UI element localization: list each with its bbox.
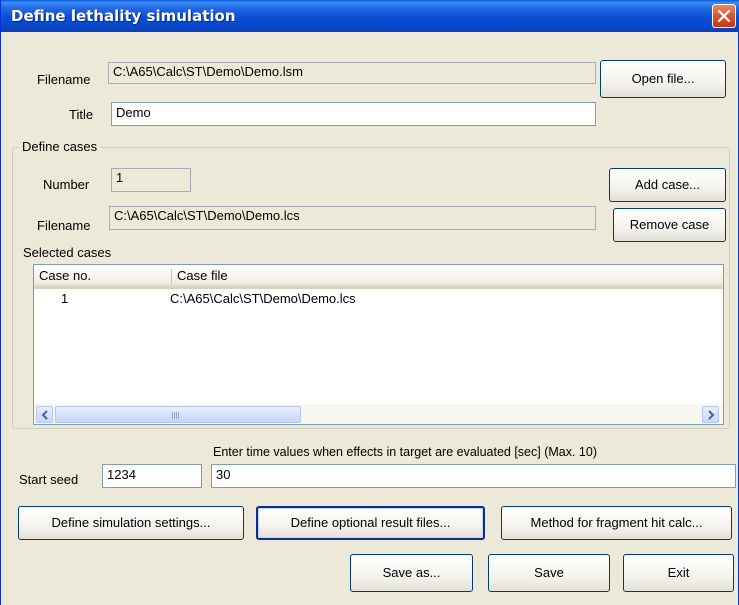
selected-cases-label: Selected cases [23, 245, 112, 260]
number-field: 1 [111, 168, 191, 192]
list-header: Case no. Case file [34, 265, 723, 289]
fragment-hit-method-button[interactable]: Method for fragment hit calc... [501, 506, 732, 540]
arrow-left-icon [41, 410, 48, 420]
scroll-left-button[interactable] [36, 406, 53, 423]
exit-button[interactable]: Exit [623, 554, 734, 592]
save-button[interactable]: Save [488, 554, 610, 592]
number-label: Number [43, 177, 90, 192]
column-header-case-file[interactable]: Case file [172, 265, 472, 287]
case-filename-label: Filename [37, 218, 91, 233]
close-button[interactable] [712, 4, 736, 28]
scroll-thumb[interactable] [55, 406, 301, 423]
title-label: Title [69, 107, 94, 122]
filename-field: C:\A65\Calc\ST\Demo\Demo.lsm [108, 62, 596, 84]
define-cases-title: Define cases [19, 139, 101, 154]
save-as-button[interactable]: Save as... [350, 554, 473, 592]
arrow-right-icon [708, 410, 715, 420]
window-title: Define lethality simulation [11, 7, 236, 25]
scroll-right-button[interactable] [702, 406, 719, 423]
close-icon [718, 10, 730, 22]
remove-case-button[interactable]: Remove case [613, 208, 726, 242]
define-simulation-settings-button[interactable]: Define simulation settings... [18, 506, 244, 540]
open-file-button[interactable]: Open file... [600, 60, 726, 98]
selected-cases-list[interactable]: Case no. Case file 1 C:\A65\Calc\ST\Demo… [33, 264, 724, 425]
dialog-window: Define lethality simulation Filename C:\… [0, 0, 739, 605]
case-filename-field: C:\A65\Calc\ST\Demo\Demo.lcs [109, 206, 596, 230]
title-input[interactable]: Demo [111, 102, 596, 126]
add-case-button[interactable]: Add case... [609, 168, 726, 202]
column-header-case-no[interactable]: Case no. [34, 265, 172, 287]
filename-label: Filename [37, 72, 91, 87]
cell-case-no: 1 [61, 291, 69, 306]
cell-case-file: C:\A65\Calc\ST\Demo\Demo.lcs [170, 291, 356, 306]
start-seed-label: Start seed [19, 472, 79, 487]
start-seed-input[interactable]: 1234 [102, 464, 202, 488]
horizontal-scrollbar[interactable] [34, 404, 723, 424]
time-values-input[interactable]: 30 [211, 464, 736, 488]
title-bar[interactable]: Define lethality simulation [1, 0, 739, 32]
define-optional-result-files-button[interactable]: Define optional result files... [256, 506, 485, 540]
time-values-label: Enter time values when effects in target… [213, 445, 597, 459]
table-row[interactable]: 1 C:\A65\Calc\ST\Demo\Demo.lcs [34, 290, 723, 308]
